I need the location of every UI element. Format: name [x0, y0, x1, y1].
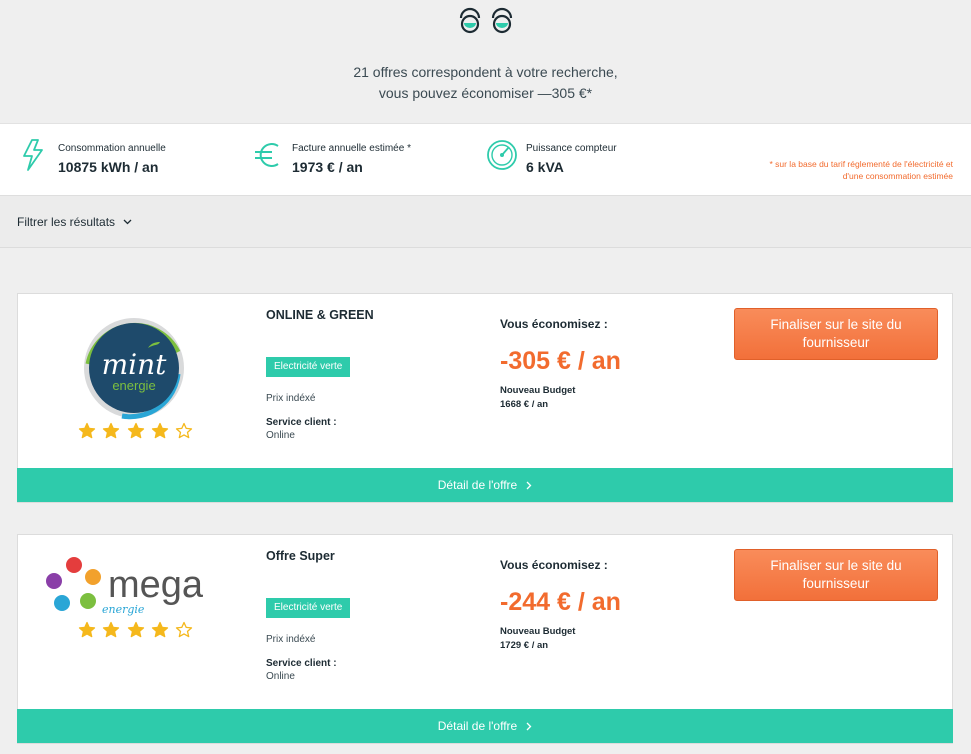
offer-name: Offre Super	[266, 549, 335, 563]
consumption-summary-bar: Consommation annuelle 10875 kWh / an Fac…	[0, 123, 971, 196]
hero-section: 21 offres correspondent à votre recherch…	[0, 0, 971, 123]
new-budget-value: 1729 € / an	[500, 640, 549, 651]
savings-line: vous pouvez économiser —305 €*	[378, 85, 593, 101]
svg-text:mint: mint	[102, 348, 168, 381]
star-filled-icon	[151, 422, 168, 439]
euro-icon	[255, 143, 279, 167]
new-budget-label: Nouveau Budget	[500, 626, 576, 637]
lightning-icon	[23, 139, 43, 171]
summary-label: Puissance compteur	[526, 143, 617, 154]
star-filled-icon	[127, 621, 144, 638]
savings-value: -244 € / an	[500, 588, 621, 616]
footnote-line: * sur la base du tarif réglementé de l'é…	[769, 159, 953, 169]
filter-bar: Filtrer les résultats	[0, 196, 971, 248]
footnote: * sur la base du tarif réglementé de l'é…	[723, 158, 953, 182]
finalize-button[interactable]: Finaliser sur le site du fournisseur	[734, 549, 938, 601]
price-type: Prix indéxé	[266, 393, 316, 404]
savings-value: -305 € / an	[500, 347, 621, 375]
summary-bill: Facture annuelle estimée * 1973 € / an	[252, 138, 411, 175]
new-budget-label: Nouveau Budget	[500, 385, 576, 396]
new-budget-value: 1668 € / an	[500, 399, 549, 410]
offer-name: ONLINE & GREEN	[266, 308, 374, 322]
rating-stars	[78, 621, 193, 639]
star-empty-icon	[175, 422, 193, 439]
mint-energie-logo: mint energie	[84, 318, 184, 420]
service-client-value: Online	[266, 671, 295, 682]
offer-card: mint energie ONLINE & GREEN Electricité …	[17, 293, 953, 503]
summary-value: 10875 kWh / an	[58, 159, 159, 175]
summary-power: Puissance compteur 6 kVA	[486, 138, 617, 175]
gauge-icon	[487, 140, 517, 170]
svg-text:energie: energie	[112, 378, 155, 393]
offer-detail-button[interactable]: Détail de l'offre	[17, 709, 953, 743]
star-filled-icon	[78, 422, 96, 439]
svg-text:energie: energie	[102, 603, 145, 616]
filter-label: Filtrer les résultats	[17, 215, 116, 229]
chevron-right-icon	[526, 481, 532, 489]
chevron-right-icon	[526, 722, 532, 730]
green-electricity-badge: Electricité verte	[266, 357, 351, 377]
footnote-line: d'une consommation estimée	[842, 171, 953, 181]
summary-consumption: Consommation annuelle 10875 kWh / an	[18, 138, 166, 175]
star-filled-icon	[78, 621, 96, 638]
chevron-down-icon	[123, 219, 132, 225]
offer-detail-label: Détail de l'offre	[437, 719, 518, 733]
finalize-button[interactable]: Finaliser sur le site du fournisseur	[734, 308, 938, 360]
price-type: Prix indéxé	[266, 634, 316, 645]
service-client-value: Online	[266, 430, 295, 441]
summary-value: 1973 € / an	[292, 159, 363, 175]
savings-label: Vous économisez :	[500, 317, 608, 331]
summary-label: Consommation annuelle	[58, 143, 166, 154]
summary-label: Facture annuelle estimée *	[292, 143, 411, 154]
results-count-line: 21 offres correspondent à votre recherch…	[353, 64, 618, 80]
offer-detail-label: Détail de l'offre	[437, 478, 518, 492]
star-filled-icon	[103, 422, 120, 439]
filter-results-button[interactable]: Filtrer les résultats	[17, 215, 132, 229]
rating-stars	[78, 422, 193, 440]
eyes-logo-icon	[459, 7, 513, 34]
savings-label: Vous économisez :	[500, 558, 608, 572]
star-filled-icon	[103, 621, 120, 638]
svg-text:mega: mega	[108, 564, 204, 606]
offer-detail-button[interactable]: Détail de l'offre	[17, 468, 953, 502]
summary-value: 6 kVA	[526, 159, 564, 175]
offer-card: mega energie Offre Super Electricité ver…	[17, 534, 953, 744]
service-client-label: Service client :	[266, 658, 337, 669]
green-electricity-badge: Electricité verte	[266, 598, 351, 618]
star-filled-icon	[151, 621, 168, 638]
star-empty-icon	[175, 621, 193, 638]
service-client-label: Service client :	[266, 417, 337, 428]
star-filled-icon	[127, 422, 144, 439]
results-summary-text: 21 offres correspondent à votre recherch…	[0, 62, 971, 104]
mega-energie-logo: mega energie	[46, 557, 204, 616]
